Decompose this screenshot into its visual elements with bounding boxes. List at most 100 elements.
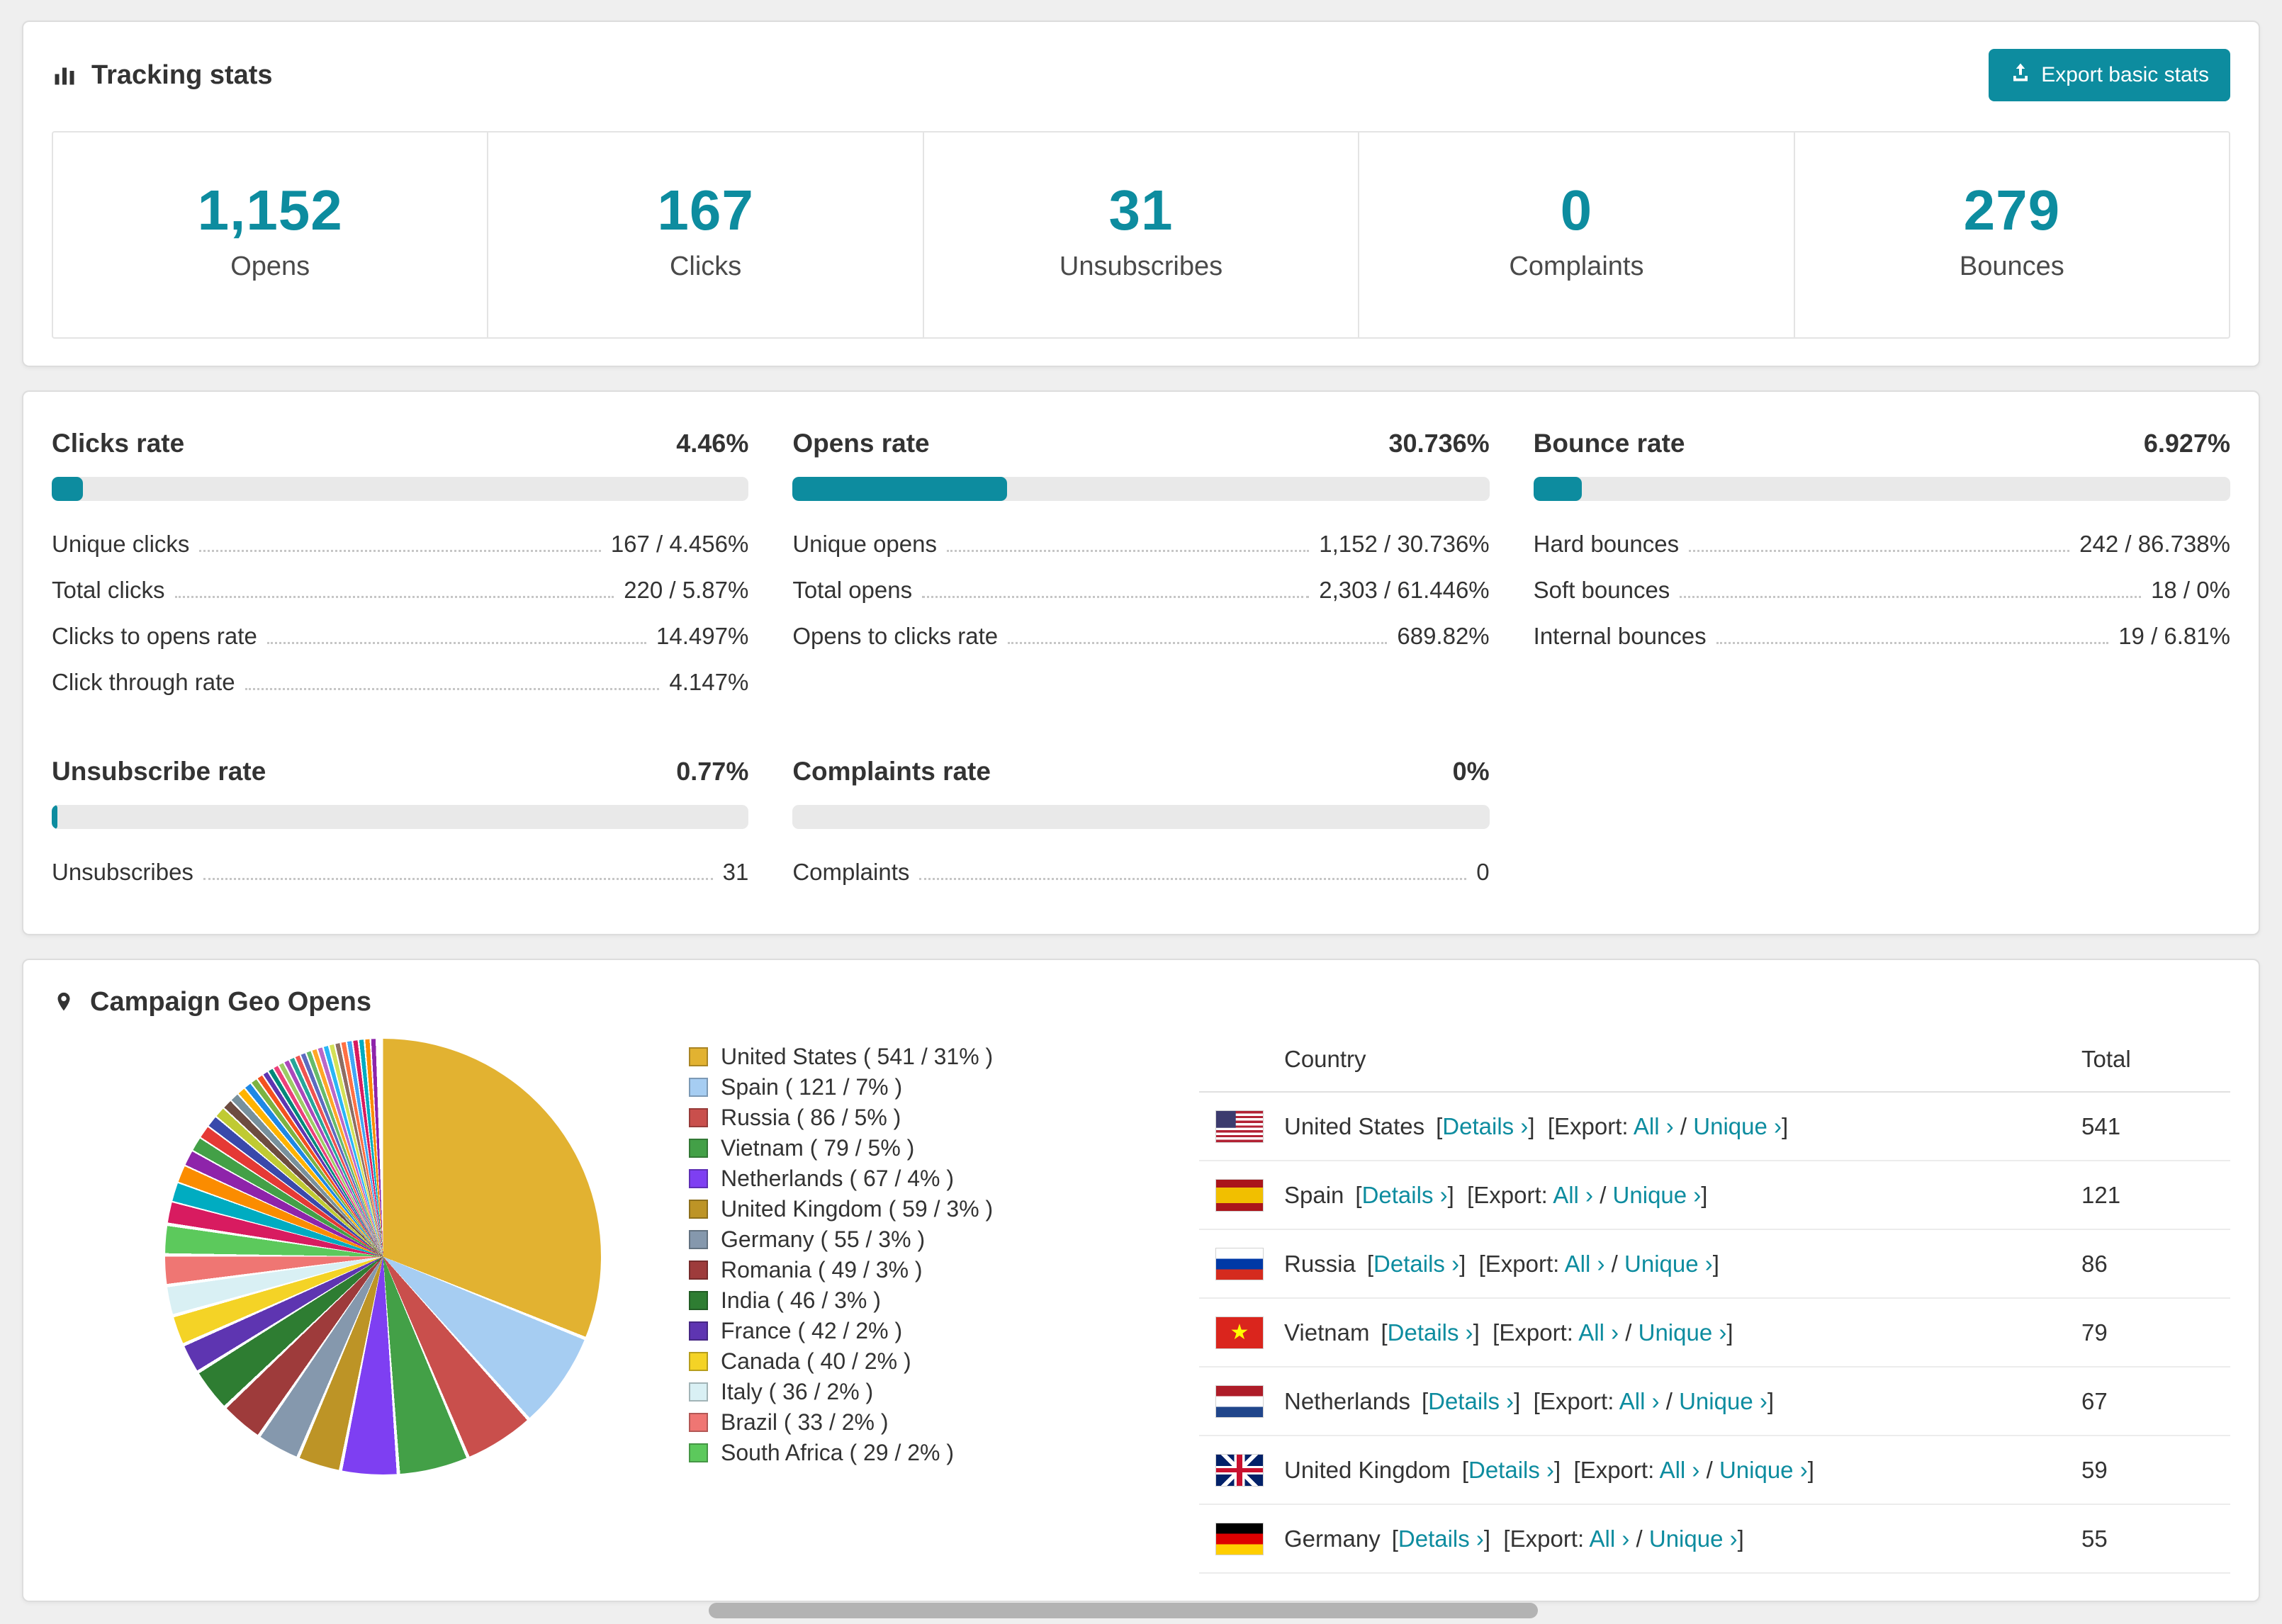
- legend-item: Romania ( 49 / 3% ): [689, 1255, 1114, 1285]
- stat-row-value: 18 / 0%: [2151, 577, 2230, 603]
- us-flag-icon: [1216, 1110, 1263, 1142]
- clicks-rate-value: 4.46%: [676, 429, 749, 458]
- dotted-leader: [174, 596, 614, 598]
- export-basic-stats-button[interactable]: Export basic stats: [1989, 49, 2230, 101]
- export-unique-link[interactable]: Unique ›: [1679, 1388, 1767, 1414]
- export-unique-link[interactable]: Unique ›: [1719, 1457, 1808, 1483]
- legend-label: United Kingdom ( 59 / 3% ): [721, 1196, 994, 1222]
- details-link[interactable]: Details ›: [1388, 1319, 1473, 1346]
- clicks-rate-progress-fill: [52, 477, 83, 501]
- stat-row-label: Hard bounces: [1533, 531, 1680, 557]
- stat-row-label: Complaints: [792, 859, 910, 885]
- opens-rate-title: Opens rate: [792, 429, 930, 458]
- legend-item: Netherlands ( 67 / 4% ): [689, 1163, 1114, 1194]
- country-cell: Netherlands [Details ›] [Export: All › /…: [1199, 1385, 2081, 1417]
- row-links: [Details ›] [Export: All › / Unique ›]: [1461, 1456, 1814, 1483]
- stat-row: Click through rate 4.147%: [52, 669, 748, 696]
- dotted-leader: [1008, 642, 1388, 644]
- complaints-rate-value: 0%: [1452, 757, 1490, 786]
- details-link[interactable]: Details ›: [1362, 1182, 1448, 1208]
- export-unique-link[interactable]: Unique ›: [1624, 1251, 1713, 1277]
- country-name: United States: [1284, 1112, 1425, 1139]
- export-all-link[interactable]: All ›: [1634, 1113, 1674, 1139]
- geo-opens-title-text: Campaign Geo Opens: [90, 987, 371, 1017]
- geo-table-row: Spain [Details ›] [Export: All › / Uniqu…: [1199, 1161, 2230, 1230]
- stat-label: Unsubscribes: [1059, 252, 1223, 281]
- country-name: Germany: [1284, 1525, 1381, 1552]
- legend-item: Germany ( 55 / 3% ): [689, 1224, 1114, 1255]
- details-link[interactable]: Details ›: [1428, 1388, 1514, 1414]
- country-name: United Kingdom: [1284, 1456, 1451, 1483]
- country-cell: Germany [Details ›] [Export: All › / Uni…: [1199, 1523, 2081, 1555]
- details-link[interactable]: Details ›: [1373, 1251, 1459, 1277]
- geo-opens-pie-chart[interactable]: [165, 1039, 601, 1474]
- stat-label: Complaints: [1509, 252, 1644, 281]
- stat-row-label: Clicks to opens rate: [52, 623, 257, 649]
- legend-swatch: [689, 1382, 708, 1402]
- total-cell: 541: [2081, 1112, 2121, 1139]
- legend-label: Russia ( 86 / 5% ): [721, 1105, 901, 1130]
- legend-swatch: [689, 1047, 708, 1066]
- dotted-leader: [919, 878, 1467, 880]
- geo-table-row: United Kingdom [Details ›] [Export: All …: [1199, 1436, 2230, 1505]
- stat-row-value: 19 / 6.81%: [2118, 623, 2230, 649]
- country-cell: United Kingdom [Details ›] [Export: All …: [1199, 1454, 2081, 1486]
- rates-grid: Clicks rate 4.46% Unique clicks 167 / 4.…: [52, 419, 2230, 907]
- details-link[interactable]: Details ›: [1468, 1457, 1554, 1483]
- bounce-rate-value: 6.927%: [2143, 429, 2230, 458]
- stat-row: Clicks to opens rate 14.497%: [52, 623, 748, 650]
- bounce-rate-progress-bar: [1533, 477, 2230, 501]
- legend-item: Vietnam ( 79 / 5% ): [689, 1133, 1114, 1163]
- tracking-stats-title: Tracking stats: [52, 60, 273, 91]
- stat-complaints: 0 Complaints: [1359, 132, 1795, 337]
- details-link[interactable]: Details ›: [1442, 1113, 1528, 1139]
- total-column-header: Total: [2081, 1046, 2131, 1072]
- stat-row-label: Unique opens: [792, 531, 937, 557]
- stat-row-value: 220 / 5.87%: [624, 577, 749, 603]
- legend-label: United States ( 541 / 31% ): [721, 1044, 994, 1069]
- stat-row: Unique clicks 167 / 4.456%: [52, 531, 748, 558]
- legend-label: Canada ( 40 / 2% ): [721, 1348, 911, 1374]
- legend-swatch: [689, 1261, 708, 1280]
- legend-swatch: [689, 1291, 708, 1310]
- export-all-link[interactable]: All ›: [1590, 1526, 1630, 1552]
- stat-row-label: Unique clicks: [52, 531, 190, 557]
- total-cell: 55: [2081, 1525, 2108, 1552]
- export-all-link[interactable]: All ›: [1578, 1319, 1619, 1346]
- stat-value: 279: [1963, 179, 2061, 242]
- horizontal-scrollbar-thumb[interactable]: [709, 1603, 1538, 1618]
- stat-row-label: Total opens: [792, 577, 913, 603]
- legend-label: Italy ( 36 / 2% ): [721, 1379, 874, 1404]
- legend-item: Brazil ( 33 / 2% ): [689, 1407, 1114, 1438]
- export-all-link[interactable]: All ›: [1660, 1457, 1700, 1483]
- export-all-link[interactable]: All ›: [1565, 1251, 1605, 1277]
- legend-item: United States ( 541 / 31% ): [689, 1042, 1114, 1072]
- export-unique-link[interactable]: Unique ›: [1639, 1319, 1727, 1346]
- geo-table-row: Netherlands [Details ›] [Export: All › /…: [1199, 1368, 2230, 1436]
- export-unique-link[interactable]: Unique ›: [1693, 1113, 1782, 1139]
- stat-label: Bounces: [1959, 252, 2064, 281]
- stat-row: Internal bounces 19 / 6.81%: [1534, 623, 2230, 650]
- legend-item: United Kingdom ( 59 / 3% ): [689, 1194, 1114, 1224]
- stat-row: Unique opens 1,152 / 30.736%: [792, 531, 1489, 558]
- export-unique-link[interactable]: Unique ›: [1613, 1182, 1702, 1208]
- dotted-leader: [244, 688, 660, 690]
- details-link[interactable]: Details ›: [1398, 1526, 1484, 1552]
- country-name: Spain: [1284, 1181, 1344, 1208]
- export-unique-link[interactable]: Unique ›: [1649, 1526, 1738, 1552]
- country-column-header: Country: [1284, 1046, 1366, 1072]
- legend-item: South Africa ( 29 / 2% ): [689, 1438, 1114, 1468]
- legend-label: Germany ( 55 / 3% ): [721, 1227, 926, 1252]
- legend-swatch: [689, 1139, 708, 1158]
- tracking-stats-card: Tracking stats Export basic stats 1,152 …: [22, 21, 2260, 367]
- export-all-link[interactable]: All ›: [1553, 1182, 1593, 1208]
- row-links: [Details ›] [Export: All › / Unique ›]: [1366, 1250, 1719, 1277]
- export-all-link[interactable]: All ›: [1619, 1388, 1660, 1414]
- complaints-rate-block: Complaints rate 0% Complaints 0: [792, 757, 1490, 886]
- dotted-leader: [946, 550, 1310, 552]
- gb-flag-icon: [1216, 1454, 1263, 1486]
- legend-item: Canada ( 40 / 2% ): [689, 1346, 1114, 1377]
- clicks-rate-progress-bar: [52, 477, 749, 501]
- stat-row-label: Soft bounces: [1533, 577, 1670, 603]
- stat-value: 167: [657, 179, 754, 242]
